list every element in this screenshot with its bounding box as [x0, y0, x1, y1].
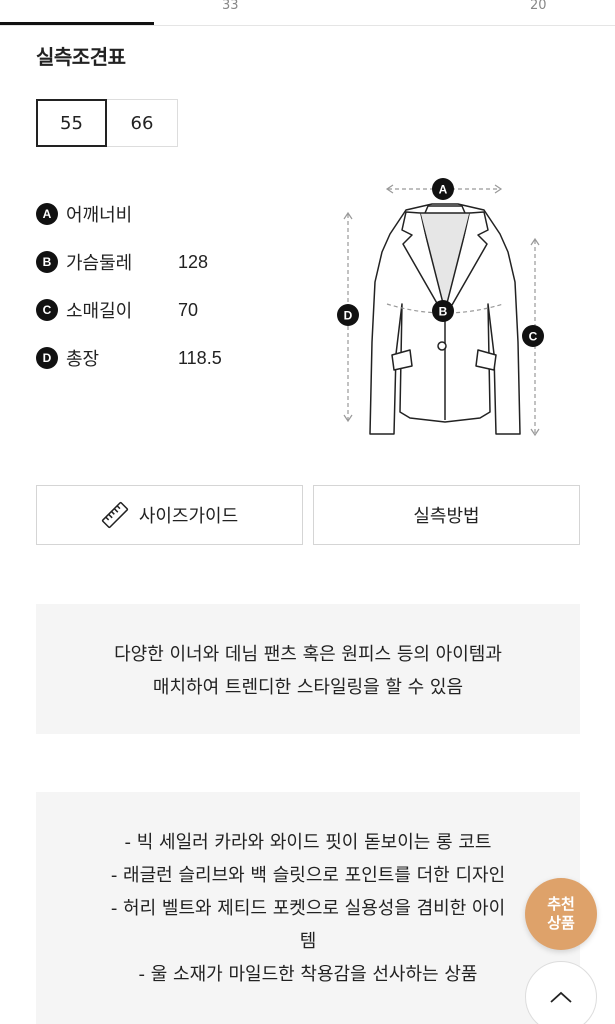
recommend-label-line1: 추천: [547, 895, 575, 913]
description-line: 다양한 이너와 데님 팬츠 혹은 원피스 등의 아이템과: [114, 644, 502, 665]
badge-c: C: [36, 299, 58, 321]
size-guide-button[interactable]: 사이즈가이드: [36, 485, 303, 545]
measurement-value: 118.5: [178, 347, 222, 368]
diagram-badge-c: C: [522, 325, 544, 347]
measure-method-button[interactable]: 실측방법: [313, 485, 580, 545]
feature-line: - 빅 세일러 카라와 와이드 핏이 돋보이는 롱 코트: [124, 832, 492, 853]
measurement-label: 어깨너비: [66, 205, 133, 226]
active-tab-indicator: [0, 22, 154, 25]
feature-line: - 울 소재가 마일드한 착용감을 선사하는 상품: [138, 964, 478, 985]
measurement-row: D 총장 118.5: [36, 334, 222, 382]
feature-line: - 허리 벨트와 제티드 포켓으로 실용성을 겸비한 아이: [110, 898, 506, 919]
scroll-to-top-button[interactable]: [525, 961, 597, 1024]
jacket-measurement-diagram: A B C D: [337, 178, 544, 437]
measurement-row: B 가슴둘레 128: [36, 238, 222, 286]
recommend-label-line2: 상품: [547, 914, 575, 932]
feature-line: - 래글런 슬리브와 백 슬릿으로 포인트를 더한 디자인: [110, 865, 506, 886]
measurement-row: A 어깨너비: [36, 190, 222, 238]
recommended-products-button[interactable]: 추천 상품: [525, 878, 597, 950]
svg-text:B: B: [439, 305, 448, 319]
ruler-icon: [101, 501, 128, 529]
measurement-label: 가슴둘레: [66, 253, 133, 274]
measurement-label: 총장: [66, 349, 100, 370]
product-description-box: 다양한 이너와 데님 팬츠 혹은 원피스 등의 아이템과 매치하여 트렌디한 스…: [36, 604, 580, 734]
diagram-badge-b: B: [432, 300, 454, 322]
badge-a: A: [36, 203, 58, 225]
tab-count-right[interactable]: 20: [530, 0, 547, 13]
size-selector: 55 66: [36, 99, 178, 147]
size-option-55[interactable]: 55: [36, 99, 107, 147]
badge-d: D: [36, 347, 58, 369]
size-guide-label: 사이즈가이드: [138, 506, 239, 527]
svg-text:D: D: [344, 309, 353, 323]
measurement-value: 128: [178, 251, 209, 272]
chevron-up-icon: [550, 991, 572, 1003]
measurement-value: 70: [178, 299, 199, 320]
measurement-row: C 소매길이 70: [36, 286, 222, 334]
size-option-66[interactable]: 66: [107, 99, 178, 147]
diagram-badge-d: D: [337, 304, 359, 326]
feature-line: 템: [299, 931, 317, 952]
badge-b: B: [36, 251, 58, 273]
svg-text:A: A: [439, 183, 448, 197]
svg-text:C: C: [529, 330, 538, 344]
measurement-label: 소매길이: [66, 301, 133, 322]
product-features-box: - 빅 세일러 카라와 와이드 핏이 돋보이는 롱 코트 - 래글런 슬리브와 …: [36, 792, 580, 1024]
measurement-list: A 어깨너비 B 가슴둘레 128 C 소매길이 70 D 총장 118.5: [36, 190, 222, 382]
top-tab-strip: 33 20: [0, 0, 615, 26]
section-title: 실측조견표: [36, 45, 126, 69]
diagram-badge-a: A: [432, 178, 454, 200]
tab-count-left[interactable]: 33: [222, 0, 239, 13]
description-line: 매치하여 트렌디한 스타일링을 할 수 있음: [152, 677, 464, 698]
measure-method-label: 실측방법: [413, 506, 480, 527]
